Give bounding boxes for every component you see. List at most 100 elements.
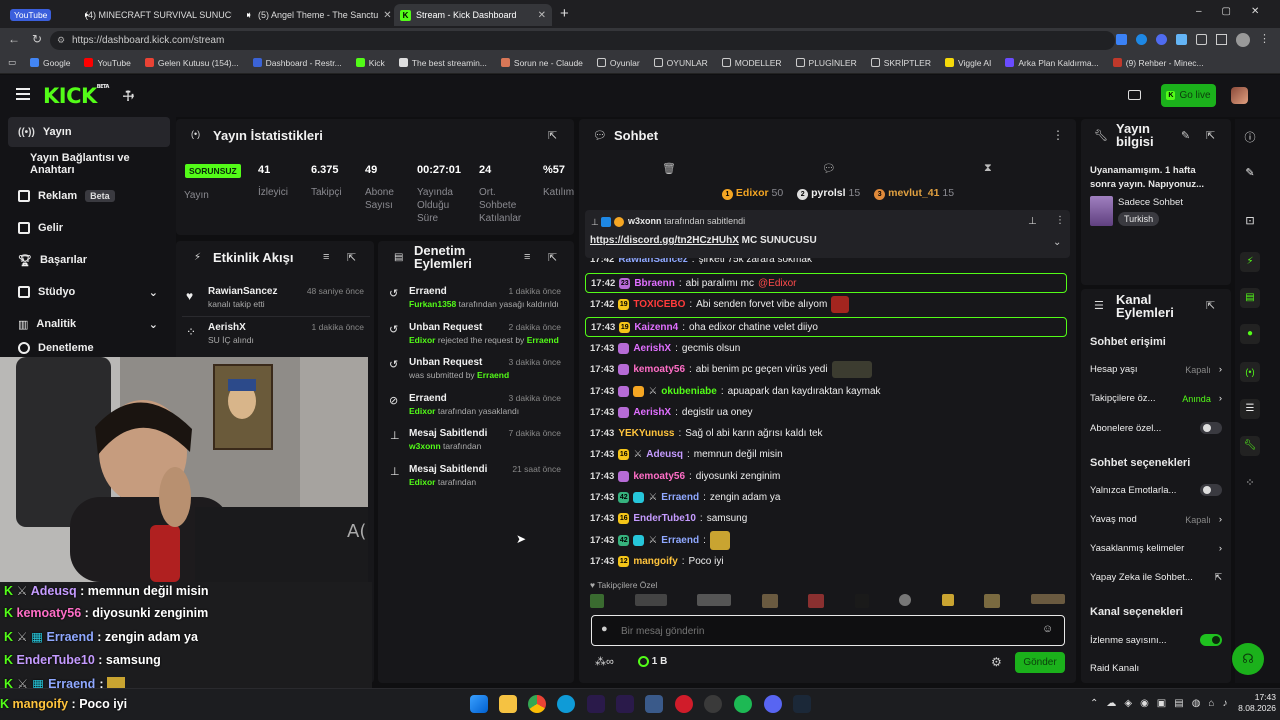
setting-row[interactable]: Abonelere özel... bbox=[1090, 422, 1222, 434]
chat-username[interactable]: okubeniabe bbox=[661, 383, 717, 400]
chat-input[interactable]: ● ☺ bbox=[591, 615, 1065, 646]
sidebar-item-reklam[interactable]: Reklam Beta bbox=[8, 181, 170, 211]
tab-minecraft[interactable]: (4) MINECRAFT SURVIVAL SUNUCU ✕ bbox=[74, 4, 232, 26]
bookmarks-apps-icon[interactable]: ▭ bbox=[0, 57, 23, 68]
chat-username[interactable]: Adeusq bbox=[646, 446, 683, 463]
emote-image[interactable] bbox=[899, 594, 912, 606]
channel-points[interactable]: 1 B bbox=[638, 656, 667, 667]
bookmark-item[interactable]: Viggle AI bbox=[938, 58, 998, 68]
event-item[interactable]: ♥ RawianSancez kanalı takip etti 48 saniy… bbox=[184, 286, 370, 309]
premiere-icon[interactable] bbox=[587, 695, 605, 713]
info-icon[interactable]: ⓘ bbox=[1243, 129, 1257, 144]
chat-menu-icon[interactable]: ⋮ bbox=[1052, 128, 1064, 142]
emote-image[interactable] bbox=[590, 594, 604, 608]
chat-username[interactable]: Kaizenn4 bbox=[634, 319, 678, 336]
filter-icon[interactable]: ≡ bbox=[323, 251, 329, 263]
bookmark-item[interactable]: Sorun ne - Claude bbox=[494, 58, 590, 68]
chat-message[interactable]: 17:43 42 ⚔ Erraend: zengin adam ya bbox=[590, 489, 1060, 506]
toggle-switch[interactable] bbox=[1200, 484, 1222, 496]
bookmark-folder[interactable]: MODELLER bbox=[715, 58, 789, 68]
top-chatter[interactable]: 1 Edixor 50 bbox=[722, 187, 783, 200]
mod-action-item[interactable]: ↺ Erraend Furkan1358 tarafından yasağı ka… bbox=[387, 286, 567, 309]
new-tab-button[interactable]: + bbox=[560, 5, 569, 22]
popout-icon[interactable]: ⇱ bbox=[347, 251, 356, 264]
points-icon[interactable]: ⁘ bbox=[1243, 476, 1257, 490]
popout-icon[interactable]: ⇱ bbox=[548, 251, 557, 264]
obs-icon[interactable] bbox=[704, 695, 722, 713]
top-chatter[interactable]: 2 pyrolsl 15 bbox=[797, 187, 860, 200]
extension-icon[interactable] bbox=[1156, 34, 1167, 45]
user-avatar[interactable] bbox=[1231, 87, 1248, 104]
extension-icon[interactable] bbox=[1176, 34, 1187, 45]
chat-message-highlighted[interactable]: 17:43 19 Kaizenn4: oha edixor chatine vele… bbox=[585, 317, 1067, 337]
list-icon[interactable]: ☰ bbox=[1240, 399, 1260, 419]
emote-image[interactable] bbox=[1030, 594, 1065, 604]
spotify-icon[interactable] bbox=[734, 695, 752, 713]
sidebar-item-stream-key[interactable]: Yayın Bağlantısı ve Anahtarı bbox=[8, 149, 170, 179]
edit-pencil-icon[interactable]: ✎ bbox=[1181, 129, 1190, 142]
hamburger-menu-icon[interactable] bbox=[16, 88, 30, 100]
emote-image[interactable] bbox=[808, 594, 825, 608]
setting-row[interactable]: Yasaklanmış kelimeler › bbox=[1090, 543, 1222, 554]
mod-action-item[interactable]: ↺ Unban Request was submitted by Erraend … bbox=[387, 357, 567, 380]
bookmark-item[interactable]: Google bbox=[23, 58, 77, 68]
chevron-down-icon[interactable]: ⌄ bbox=[1053, 237, 1061, 248]
tab-youtube[interactable]: YouTube bbox=[4, 4, 70, 26]
wrench-icon[interactable]: 🔧︎ bbox=[1240, 436, 1260, 456]
chat-message[interactable]: 17:43 kemoaty56: abi benim pc geçen virüs… bbox=[590, 361, 1060, 378]
screen-icon[interactable]: ⊡ bbox=[1243, 214, 1257, 228]
setting-row[interactable]: İzlenme sayısını... bbox=[1090, 634, 1222, 646]
kick-logo[interactable]: KICKBETA bbox=[43, 84, 109, 108]
emote-image[interactable] bbox=[697, 594, 732, 606]
setting-row[interactable]: Hesap yaşı Kapalı › bbox=[1090, 364, 1222, 375]
chat-message[interactable]: 17:43 16 EnderTube10: samsung bbox=[590, 510, 1060, 527]
chat-username[interactable]: Erraend bbox=[661, 489, 699, 506]
settings-gear-icon[interactable]: ⚙ bbox=[991, 655, 1002, 669]
hourglass-icon[interactable]: ⧗ bbox=[984, 162, 992, 175]
extension-icon[interactable] bbox=[1136, 34, 1147, 45]
bookmark-item[interactable]: YouTube bbox=[77, 58, 137, 68]
mod-action-item[interactable]: ⊥ Mesaj Sabitlendi Edixor tarafından 21 s… bbox=[387, 464, 567, 487]
pinned-message[interactable]: ⊥ w3xonn tarafından sabitlendi https://d… bbox=[585, 210, 1070, 258]
puzzle-icon[interactable] bbox=[1196, 34, 1207, 45]
edit-pencil-icon[interactable]: ✎ bbox=[1243, 166, 1257, 180]
chat-username[interactable]: EnderTube10 bbox=[633, 510, 696, 527]
setting-row[interactable]: Takipçilere öz... Anında › bbox=[1090, 393, 1222, 404]
setting-row[interactable]: Yapay Zeka ile Sohbet... ⇱ bbox=[1090, 572, 1222, 583]
profile-avatar[interactable] bbox=[1236, 33, 1250, 47]
opera-icon[interactable] bbox=[675, 695, 693, 713]
steam-icon[interactable] bbox=[793, 695, 811, 713]
clock[interactable]: 17:43 8.08.2026 bbox=[1236, 692, 1276, 714]
bookmark-folder[interactable]: PLUGİNLER bbox=[789, 58, 864, 68]
sidebar-item-basarilar[interactable]: 🏆︎ Başarılar bbox=[8, 245, 170, 275]
sidebar-item-yayin[interactable]: ((•)) Yayın bbox=[8, 117, 170, 147]
premiere-icon[interactable] bbox=[616, 695, 634, 713]
chat-username[interactable]: AerishX bbox=[633, 404, 671, 421]
system-tray-icons[interactable]: ⌃☁◈◉▣▤◍⌂♪ bbox=[1090, 698, 1235, 709]
chat-message[interactable]: 17:42 RawianSancez: şirketi 75k zarara so… bbox=[590, 258, 1060, 268]
chat-message-highlighted[interactable]: 17:42 23 Bbraenn: abi paralımı mc @Edixor bbox=[585, 273, 1067, 293]
extension-icon[interactable] bbox=[1116, 34, 1127, 45]
emote-image[interactable] bbox=[941, 594, 954, 606]
bookmark-folder[interactable]: SKRİPTLER bbox=[864, 58, 938, 68]
chat-bubble-icon[interactable]: ● bbox=[1240, 324, 1260, 344]
emote-image[interactable] bbox=[634, 594, 667, 606]
chat-username[interactable]: YEKYunuss bbox=[618, 425, 674, 442]
sidebar-item-gelir[interactable]: Gelir bbox=[8, 213, 170, 243]
chat-message[interactable]: 17:43 ⚔ okubeniabe: apuapark dan kaydırakt… bbox=[590, 383, 1060, 400]
sidebar-item-denetleme[interactable]: Denetleme bbox=[8, 342, 170, 356]
bookmark-item[interactable]: Gelen Kutusu (154)... bbox=[138, 58, 246, 68]
popout-icon[interactable]: ⇱ bbox=[1206, 129, 1215, 142]
close-icon[interactable]: ✕ bbox=[383, 10, 391, 21]
popout-icon[interactable]: ⇱ bbox=[1206, 299, 1215, 312]
window-controls[interactable]: –▢✕ bbox=[1196, 6, 1279, 17]
chat-message-field[interactable] bbox=[621, 622, 1021, 640]
windows-start-icon[interactable] bbox=[470, 695, 488, 713]
emote-image[interactable] bbox=[761, 594, 778, 608]
broadcast-icon[interactable]: (•) bbox=[1240, 362, 1260, 382]
menu-kebab-icon[interactable]: ⋮ bbox=[1055, 215, 1065, 226]
sidebar-item-studyo[interactable]: Stüdyo ⌄ bbox=[8, 277, 170, 307]
bookmark-item[interactable]: Dashboard - Restr... bbox=[246, 58, 349, 68]
chat-message[interactable]: 17:43 42 ⚔ Erraend: bbox=[590, 531, 1060, 550]
menu-kebab-icon[interactable]: ⋮ bbox=[1259, 32, 1270, 47]
